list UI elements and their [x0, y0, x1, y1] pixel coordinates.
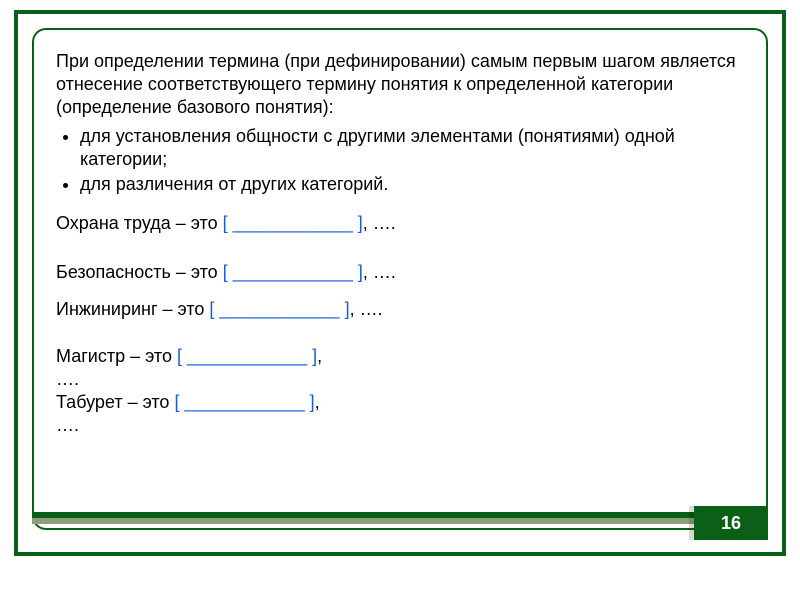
- bracket-close-icon: ]: [353, 213, 363, 233]
- definition-line: Табурет – это [ ____________ ],: [56, 391, 744, 414]
- definition-term: Охрана труда: [56, 213, 171, 233]
- intro-paragraph: При определении термина (при дефинирован…: [56, 50, 744, 119]
- definition-line: Инжиниринг – это [ ____________ ], ….: [56, 298, 744, 321]
- bracket-open-icon: [: [177, 346, 187, 366]
- footer-bar: 16: [32, 508, 768, 542]
- definition-line: Безопасность – это [ ____________ ], ….: [56, 261, 744, 284]
- connector: – это: [171, 213, 223, 233]
- definition-suffix: ,: [317, 346, 322, 366]
- definition-suffix: , ….: [363, 262, 396, 282]
- bracket-close-icon: ]: [307, 346, 317, 366]
- definition-ellipsis: ….: [56, 414, 744, 437]
- outer-frame: При определении термина (при дефинирован…: [14, 10, 786, 556]
- definition-ellipsis: ….: [56, 368, 744, 391]
- definition-suffix: , ….: [363, 213, 396, 233]
- definition-line: Магистр – это [ ____________ ],: [56, 345, 744, 368]
- bracket-open-icon: [: [174, 392, 184, 412]
- connector: – это: [123, 392, 175, 412]
- blank-line-icon: ____________: [184, 392, 304, 412]
- bracket-open-icon: [: [223, 262, 233, 282]
- bracket-close-icon: ]: [340, 299, 350, 319]
- list-item: для установления общности с другими элем…: [80, 125, 744, 171]
- list-item: для различения от других категорий.: [80, 173, 744, 196]
- definition-term: Табурет: [56, 392, 123, 412]
- content-frame: При определении термина (при дефинирован…: [32, 28, 768, 530]
- bracket-open-icon: [: [223, 213, 233, 233]
- connector: – это: [171, 262, 223, 282]
- bracket-open-icon: [: [209, 299, 219, 319]
- bracket-close-icon: ]: [353, 262, 363, 282]
- bracket-close-icon: ]: [305, 392, 315, 412]
- connector: – это: [158, 299, 210, 319]
- blank-line-icon: ____________: [187, 346, 307, 366]
- definition-line: Охрана труда – это [ ____________ ], ….: [56, 212, 744, 235]
- slide: При определении термина (при дефинирован…: [0, 0, 800, 600]
- bullet-list: для установления общности с другими элем…: [56, 125, 744, 196]
- blank-line-icon: ____________: [233, 262, 353, 282]
- definition-suffix: , ….: [350, 299, 383, 319]
- definition-term: Магистр: [56, 346, 125, 366]
- definition-term: Инжиниринг: [56, 299, 158, 319]
- blank-line-icon: ____________: [233, 213, 353, 233]
- page-number: 16: [721, 513, 741, 534]
- definition-term: Безопасность: [56, 262, 171, 282]
- connector: – это: [125, 346, 177, 366]
- footer-stripe-light-icon: [32, 518, 768, 524]
- page-number-tab: 16: [694, 506, 768, 540]
- definition-suffix: ,: [315, 392, 320, 412]
- blank-line-icon: ____________: [219, 299, 339, 319]
